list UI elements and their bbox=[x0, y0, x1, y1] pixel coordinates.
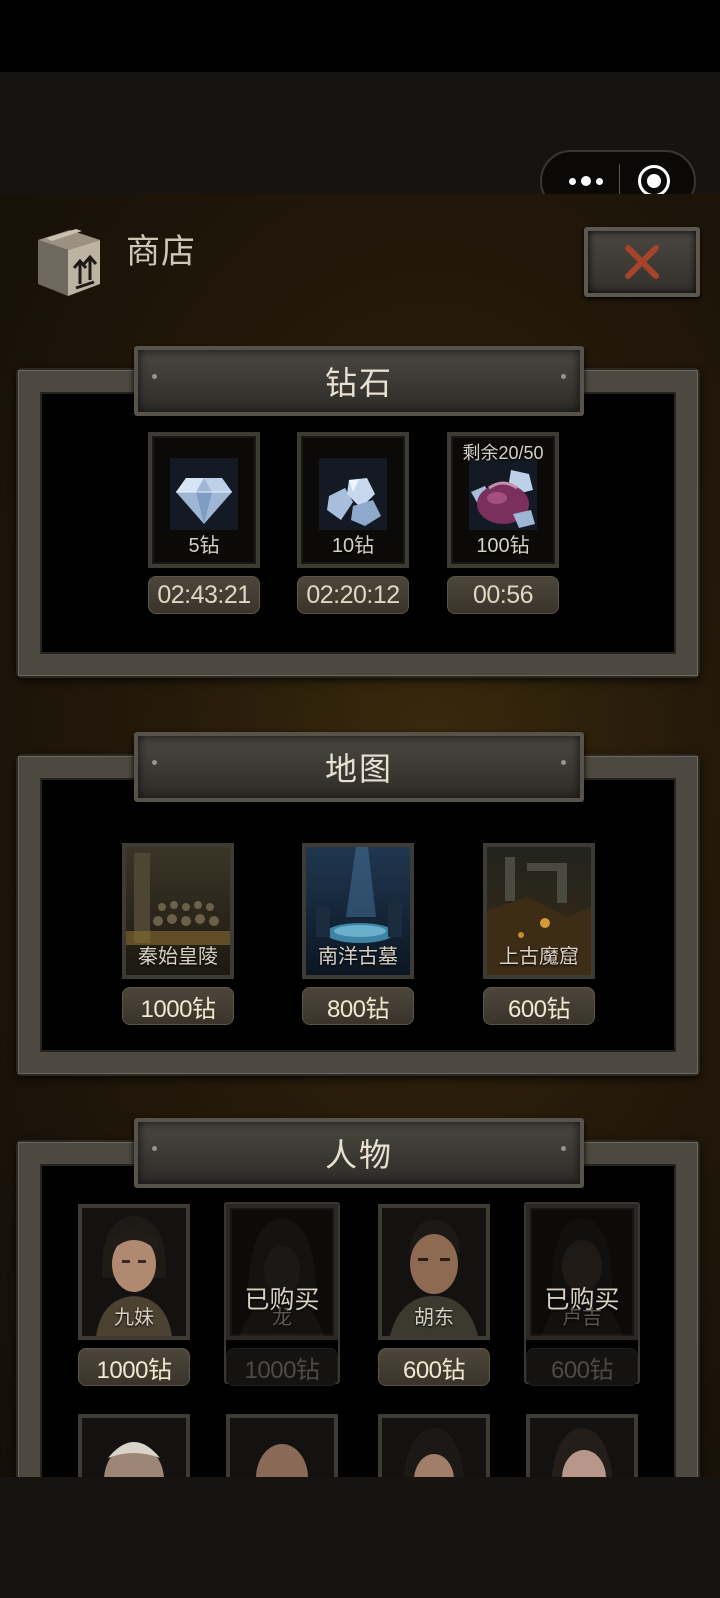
target-circle-icon[interactable] bbox=[638, 165, 670, 197]
character-price[interactable]: 1000钻 bbox=[78, 1348, 190, 1386]
character-item-row2-3[interactable] bbox=[378, 1414, 490, 1477]
map-name: 秦始皇陵 bbox=[138, 946, 218, 968]
diamond-timer: 00:56 bbox=[447, 576, 559, 614]
diamond-section-banner: 钻石 bbox=[134, 346, 584, 416]
shop-stage: 商店 钻石 5钻 02:43:21 10钻 02:20:12 剩余20/50 1… bbox=[0, 194, 720, 1477]
character-item-luji: 已购买 卢吉 bbox=[526, 1204, 638, 1340]
character-name: 胡东 bbox=[414, 1307, 454, 1329]
character-name: 九妹 bbox=[114, 1307, 154, 1329]
diamond-item-5[interactable]: 5钻 bbox=[148, 432, 260, 568]
map-item-nanyang[interactable]: 南洋古墓 bbox=[302, 843, 414, 979]
capsule-divider bbox=[619, 164, 620, 198]
character-item-long: 已购买 龙 bbox=[226, 1204, 338, 1340]
portrait-elder bbox=[82, 1418, 186, 1477]
portrait-female bbox=[530, 1418, 634, 1477]
character-section-title: 人物 bbox=[324, 1137, 393, 1173]
diamond-timer: 02:43:21 bbox=[148, 576, 260, 614]
character-name: 卢吉 bbox=[562, 1307, 602, 1329]
portrait-bald-man bbox=[230, 1418, 334, 1477]
map-section-title: 地图 bbox=[324, 751, 393, 787]
map-name: 南洋古墓 bbox=[318, 946, 398, 968]
close-button[interactable] bbox=[584, 227, 700, 297]
diamond-timer: 02:20:12 bbox=[297, 576, 409, 614]
map-price[interactable]: 600钻 bbox=[483, 987, 595, 1025]
map-price[interactable]: 1000钻 bbox=[122, 987, 234, 1025]
remaining-count: 剩余20/50 bbox=[462, 443, 544, 463]
character-item-jiumei[interactable]: 九妹 bbox=[78, 1204, 190, 1340]
character-section-banner: 人物 bbox=[134, 1118, 584, 1188]
character-price: 600钻 bbox=[526, 1348, 638, 1386]
character-name: 龙 bbox=[272, 1307, 292, 1329]
portrait-female bbox=[382, 1418, 486, 1477]
map-item-shanggu[interactable]: 上古魔窟 bbox=[483, 843, 595, 979]
bottom-bar bbox=[0, 1477, 720, 1598]
character-item-row2-2[interactable] bbox=[226, 1414, 338, 1477]
map-section-banner: 地图 bbox=[134, 732, 584, 802]
box-icon bbox=[38, 229, 100, 296]
character-item-hudong[interactable]: 胡东 bbox=[378, 1204, 490, 1340]
diamond-item-10[interactable]: 10钻 bbox=[297, 432, 409, 568]
character-price[interactable]: 600钻 bbox=[378, 1348, 490, 1386]
character-item-row2-4[interactable] bbox=[526, 1414, 638, 1477]
item-name: 5钻 bbox=[188, 535, 220, 557]
item-name: 10钻 bbox=[331, 535, 375, 557]
page-title: 商店 bbox=[126, 233, 196, 271]
diamond-section-title: 钻石 bbox=[324, 365, 393, 401]
character-item-row2-1[interactable] bbox=[78, 1414, 190, 1477]
more-dots-icon[interactable] bbox=[560, 166, 612, 196]
map-price[interactable]: 800钻 bbox=[302, 987, 414, 1025]
close-icon bbox=[625, 245, 659, 279]
map-item-qin[interactable]: 秦始皇陵 bbox=[122, 843, 234, 979]
map-name: 上古魔窟 bbox=[499, 946, 579, 968]
status-bar bbox=[0, 0, 720, 72]
item-name: 100钻 bbox=[476, 535, 530, 557]
diamond-item-100[interactable]: 剩余20/50 100钻 bbox=[447, 432, 559, 568]
character-price: 1000钻 bbox=[226, 1348, 338, 1386]
